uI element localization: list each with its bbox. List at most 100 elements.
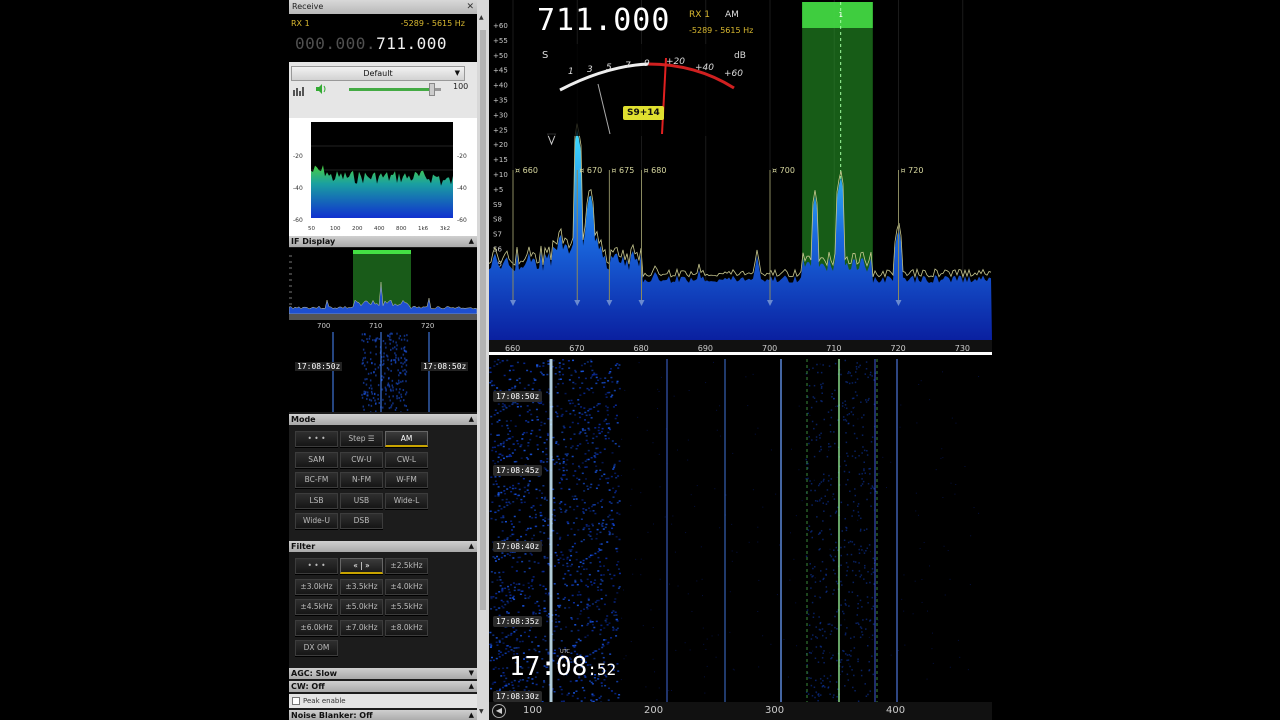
mode-button[interactable]: Wide-U [295, 513, 338, 529]
circle-arrow-icon[interactable]: ◀ [492, 704, 506, 718]
mode-button[interactable]: • • • [295, 431, 338, 447]
collapse-icon[interactable]: ▲ [469, 236, 474, 247]
waterfall-speck [929, 565, 931, 567]
filter-header[interactable]: Filter ▲ [289, 541, 477, 552]
filter-button-grid: • • • « | » ±2.5kHz ±3.0kHz ±3.5kHz ±4.0kHz ±4… [289, 552, 477, 667]
waterfall-speck [833, 589, 835, 591]
filter-button[interactable]: ±8.0kHz [385, 619, 428, 636]
speaker-icon[interactable] [315, 84, 327, 97]
mode-button[interactable]: Step ☰ [340, 431, 383, 447]
collapse-icon[interactable]: ▲ [469, 541, 474, 552]
mode-button[interactable]: USB [340, 492, 383, 509]
agc-header[interactable]: AGC: Slow ▼ [289, 668, 477, 679]
waterfall-speck [564, 607, 567, 609]
waterfall-speck [528, 586, 531, 589]
waterfall-speck [507, 455, 510, 458]
filter-button[interactable]: ±3.0kHz [295, 578, 338, 595]
waterfall-speck [596, 586, 599, 589]
waterfall-speck [823, 510, 825, 512]
mode-button[interactable]: AM [385, 431, 428, 447]
waterfall-speck [506, 359, 509, 362]
scroll-down-icon[interactable]: ▼ [479, 708, 484, 715]
waterfall-speck [915, 510, 917, 512]
waterfall-speck [504, 405, 507, 408]
waterfall-speck [490, 608, 493, 610]
waterfall-speck [672, 515, 674, 517]
volume-slider[interactable] [349, 83, 441, 96]
filter-button[interactable]: ±4.0kHz [385, 578, 428, 595]
volume-thumb[interactable] [428, 83, 435, 96]
filter-button[interactable]: « | » [340, 558, 383, 574]
waterfall-speck [552, 639, 555, 641]
mode-button[interactable]: N-FM [340, 472, 383, 488]
if-display-header[interactable]: IF Display ▲ [289, 236, 477, 247]
filter-button[interactable]: ±6.0kHz [295, 619, 338, 636]
collapse-icon[interactable]: ▲ [469, 681, 474, 692]
waterfall-speck [494, 557, 497, 559]
preset-dropdown[interactable]: Default ▼ [291, 66, 465, 81]
noise-blanker-header[interactable]: Noise Blanker: Off ▲ [289, 710, 477, 720]
waterfall-speck [580, 518, 583, 520]
collapse-icon[interactable]: ▲ [469, 414, 474, 425]
waterfall-speck [584, 636, 587, 638]
mode-button[interactable]: SAM [295, 451, 338, 468]
peak-enable-row[interactable]: Peak enable [289, 694, 477, 708]
peak-enable-checkbox[interactable] [292, 697, 300, 705]
waterfall-speck [586, 361, 589, 363]
waterfall-speck [843, 407, 845, 409]
filter-button[interactable]: DX OM [295, 640, 338, 656]
waterfall-speck [577, 399, 580, 401]
collapse-icon[interactable]: ▲ [469, 710, 474, 720]
mode-button[interactable]: W-FM [385, 472, 428, 488]
close-icon[interactable]: ✕ [466, 0, 474, 14]
if-waterfall-speck [392, 395, 394, 398]
noise-blanker-label: Noise Blanker: Off [291, 711, 373, 720]
main-frequency[interactable]: 711.000 [537, 3, 670, 38]
waterfall-speck [564, 596, 567, 599]
waterfall-speck [500, 556, 503, 559]
waterfall-speck [570, 548, 573, 551]
mode-button[interactable]: CW-L [385, 451, 428, 468]
if-waterfall-speck [375, 339, 378, 342]
waterfall-speck [571, 445, 574, 447]
filter-button[interactable]: ±2.5kHz [385, 558, 428, 574]
mode-button[interactable]: Wide-L [385, 492, 428, 509]
scrollbar-thumb[interactable] [480, 30, 486, 610]
mode-button[interactable]: DSB [340, 513, 383, 529]
panel-scrollbar[interactable]: ▲ ▼ [477, 0, 489, 720]
rx-frequency[interactable]: 000.000.711.000 [295, 34, 447, 53]
waterfall-speck [520, 590, 523, 592]
if-waterfall-speck [400, 393, 402, 396]
filter-button[interactable]: ±7.0kHz [340, 619, 383, 636]
filter-button[interactable]: • • • [295, 558, 338, 574]
waterfall-speck [590, 408, 593, 410]
waterfall-speck [526, 369, 529, 372]
cw-header[interactable]: CW: Off ▲ [289, 681, 477, 692]
waterfall-speck [719, 435, 721, 437]
waterfall-speck [585, 435, 588, 437]
equalizer-icon[interactable] [293, 86, 307, 96]
scroll-up-icon[interactable]: ▲ [479, 14, 484, 21]
filter-button[interactable]: ±5.5kHz [385, 599, 428, 615]
filter-button[interactable]: ±3.5kHz [340, 578, 383, 595]
waterfall-speck [932, 662, 934, 664]
mode-button[interactable]: LSB [295, 492, 338, 509]
waterfall-speck [505, 636, 508, 638]
waterfall-speck [832, 654, 834, 657]
filter-button[interactable]: ±5.0kHz [340, 599, 383, 615]
if-waterfall-speck [403, 334, 406, 337]
waterfall-speck [574, 369, 577, 372]
if-waterfall-speck [404, 357, 406, 360]
waterfall-speck [610, 690, 613, 692]
waterfall-speck [507, 683, 510, 685]
if-waterfall-speck [402, 399, 405, 402]
mode-header[interactable]: Mode ▲ [289, 414, 477, 425]
filter-button[interactable]: ±4.5kHz [295, 599, 338, 615]
expand-icon[interactable]: ▼ [469, 668, 474, 679]
mode-button[interactable]: CW-U [340, 451, 383, 468]
mode-button[interactable]: BC-FM [295, 472, 338, 488]
waterfall-speck [616, 501, 619, 504]
waterfall-speck [863, 414, 865, 416]
waterfall-speck [845, 381, 847, 383]
waterfall-speck [526, 405, 529, 407]
